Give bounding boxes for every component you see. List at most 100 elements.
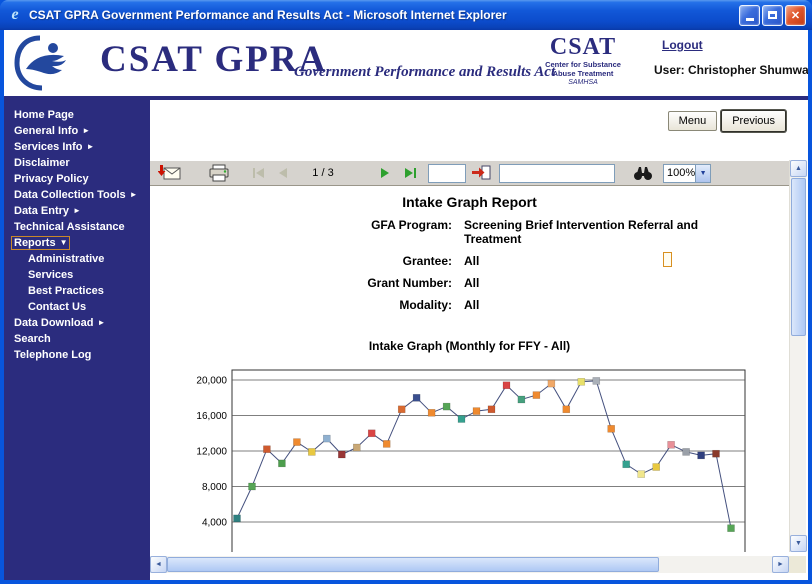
print-icon[interactable] bbox=[208, 164, 230, 182]
chevron-down-icon[interactable]: ▼ bbox=[695, 165, 710, 182]
hhs-eagle-logo bbox=[10, 33, 70, 93]
goto-page-icon[interactable] bbox=[471, 165, 491, 181]
field-label: Modality: bbox=[150, 298, 452, 312]
app-header: CSAT GPRA Government Performance and Res… bbox=[4, 30, 808, 100]
sidebar-item-label: Administrative bbox=[25, 252, 107, 266]
find-binoculars-icon[interactable] bbox=[633, 165, 653, 181]
csat-logo: CSAT Center for Substance Abuse Treatmen… bbox=[538, 34, 628, 88]
report-fields: GFA Program: Screening Brief Intervention… bbox=[150, 218, 789, 320]
sidebar-item-data-entry[interactable]: Data Entry► bbox=[4, 203, 150, 219]
sidebar-item-search[interactable]: Search bbox=[4, 331, 150, 347]
last-page-button[interactable] bbox=[400, 163, 420, 183]
chart-svg: 4,0008,00012,00016,00020,000 bbox=[180, 368, 750, 552]
chevron-right-icon: ► bbox=[73, 206, 81, 215]
brand-subtitle: Government Performance and Results Act bbox=[294, 64, 555, 81]
sidebar-item-label: Home Page bbox=[11, 108, 77, 122]
sidebar-nav: Home Page General Info► Services Info►Disc… bbox=[4, 100, 150, 580]
top-actions: Menu Previous bbox=[668, 110, 786, 132]
chevron-right-icon: ► bbox=[97, 318, 105, 327]
sidebar-item-label: Data Collection Tools► bbox=[11, 188, 141, 202]
missing-glyph-box bbox=[663, 252, 672, 267]
previous-page-button[interactable] bbox=[273, 163, 293, 183]
field-value: All bbox=[464, 276, 740, 290]
logout-link[interactable]: Logout bbox=[662, 38, 703, 52]
sidebar-item-label: Services Info► bbox=[11, 140, 97, 154]
scroll-right-icon[interactable]: ► bbox=[772, 556, 789, 573]
maximize-button[interactable] bbox=[762, 5, 783, 26]
sidebar-item-contact-us[interactable]: Contact Us bbox=[4, 299, 150, 315]
sidebar-item-label: Best Practices bbox=[25, 284, 107, 298]
field-value: All bbox=[464, 254, 740, 268]
sidebar-item-label: Reports▼ bbox=[11, 236, 70, 250]
scrollbar-corner bbox=[789, 556, 806, 573]
report-title: Intake Graph Report bbox=[150, 194, 789, 210]
report-field-row: Grant Number: All bbox=[150, 276, 789, 290]
minimize-button[interactable] bbox=[739, 5, 760, 26]
field-label: Grant Number: bbox=[150, 276, 452, 290]
internet-explorer-icon: e bbox=[6, 6, 24, 24]
csat-logo-line: Center for Substance bbox=[538, 60, 628, 69]
window-title: CSAT GPRA Government Performance and Res… bbox=[29, 8, 739, 22]
user-label: User: Christopher Shumway bbox=[654, 63, 808, 77]
titlebar[interactable]: e CSAT GPRA Government Performance and R… bbox=[0, 0, 812, 30]
csat-logo-name: CSAT bbox=[538, 34, 628, 60]
ie-window: e CSAT GPRA Government Performance and R… bbox=[0, 0, 812, 584]
sidebar-item-label: Technical Assistance bbox=[11, 220, 128, 234]
sidebar-item-data-download[interactable]: Data Download► bbox=[4, 315, 150, 331]
sidebar-item-label: Telephone Log bbox=[11, 348, 94, 362]
sidebar-item-data-collection-tools[interactable]: Data Collection Tools► bbox=[4, 187, 150, 203]
sidebar-item-label: Privacy Policy bbox=[11, 172, 92, 186]
sidebar-item-best-practices[interactable]: Best Practices bbox=[4, 283, 150, 299]
sidebar-item-administrative[interactable]: Administrative bbox=[4, 251, 150, 267]
window-body: CSAT GPRA Government Performance and Res… bbox=[4, 30, 808, 580]
sidebar-item-general-info[interactable]: General Info► bbox=[4, 123, 150, 139]
zoom-value: 100% bbox=[664, 165, 695, 182]
sidebar-item-services-info[interactable]: Services Info► bbox=[4, 139, 150, 155]
sidebar-item-label: Contact Us bbox=[25, 300, 89, 314]
sidebar-item-technical-assistance[interactable]: Technical Assistance bbox=[4, 219, 150, 235]
intake-graph-chart: 4,0008,00012,00016,00020,000 bbox=[180, 368, 750, 552]
report-toolbar: 1 / 3 bbox=[150, 160, 789, 186]
scroll-down-icon[interactable]: ▼ bbox=[790, 535, 807, 552]
close-button[interactable]: ✕ bbox=[785, 5, 806, 26]
csat-logo-samhsa: SAMHSA bbox=[538, 78, 628, 88]
export-icon[interactable] bbox=[158, 164, 182, 182]
zoom-select[interactable]: 100% ▼ bbox=[663, 164, 711, 183]
next-page-button[interactable] bbox=[375, 163, 395, 183]
sidebar-item-label: Data Entry► bbox=[11, 204, 84, 218]
goto-page-input[interactable] bbox=[428, 164, 466, 183]
first-page-button[interactable] bbox=[248, 163, 268, 183]
content-area: Menu Previous bbox=[150, 100, 808, 580]
svg-text:4,000: 4,000 bbox=[202, 518, 227, 529]
sidebar-item-label: Services bbox=[25, 268, 76, 282]
main-area: Home Page General Info► Services Info►Disc… bbox=[4, 100, 808, 580]
sidebar-item-disclaimer[interactable]: Disclaimer bbox=[4, 155, 150, 171]
menu-button[interactable]: Menu bbox=[668, 111, 718, 131]
report-field-row: GFA Program: Screening Brief Intervention… bbox=[150, 218, 789, 246]
field-label: GFA Program: bbox=[150, 218, 452, 246]
svg-text:12,000: 12,000 bbox=[196, 447, 227, 458]
scroll-left-icon[interactable]: ◄ bbox=[150, 556, 167, 573]
sidebar-item-home-page[interactable]: Home Page bbox=[4, 107, 150, 123]
scroll-up-icon[interactable]: ▲ bbox=[790, 160, 807, 177]
sidebar-item-label: Search bbox=[11, 332, 54, 346]
field-value: Screening Brief Intervention Referral an… bbox=[464, 218, 740, 246]
chevron-right-icon: ► bbox=[130, 190, 138, 199]
sidebar-item-reports[interactable]: Reports▼ bbox=[4, 235, 150, 251]
sidebar-item-privacy-policy[interactable]: Privacy Policy bbox=[4, 171, 150, 187]
sidebar-item-label: Data Download► bbox=[11, 316, 108, 330]
csat-logo-line: Abuse Treatment bbox=[538, 69, 628, 78]
sidebar-item-telephone-log[interactable]: Telephone Log bbox=[4, 347, 150, 363]
search-text-input[interactable] bbox=[499, 164, 615, 183]
sidebar-item-services[interactable]: Services bbox=[4, 267, 150, 283]
page-indicator: 1 / 3 bbox=[297, 167, 349, 179]
horizontal-scroll-thumb[interactable] bbox=[167, 557, 659, 572]
report-field-row: Modality:All bbox=[150, 298, 789, 312]
svg-text:8,000: 8,000 bbox=[202, 482, 227, 493]
svg-text:16,000: 16,000 bbox=[196, 411, 227, 422]
horizontal-scrollbar[interactable]: ◄ ► bbox=[150, 556, 789, 573]
previous-button[interactable]: Previous bbox=[721, 110, 786, 132]
vertical-scrollbar[interactable]: ▲ ▼ bbox=[789, 160, 806, 552]
vertical-scroll-thumb[interactable] bbox=[791, 178, 806, 336]
sidebar-item-label: General Info► bbox=[11, 124, 93, 138]
